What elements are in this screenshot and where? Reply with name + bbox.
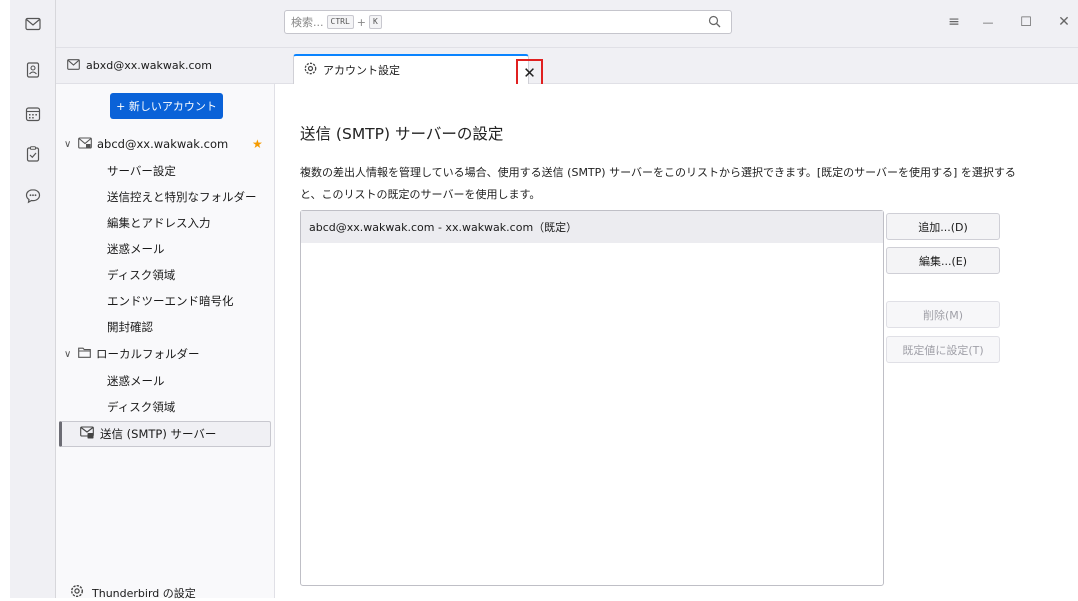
account-header-email: abxd@xx.wakwak.com	[86, 59, 212, 72]
delete-server-button[interactable]: 削除(M)	[886, 301, 1000, 328]
app-menu-button[interactable]: ≡	[942, 12, 966, 32]
account-email: abcd@xx.wakwak.com	[97, 137, 229, 151]
shortcut-plus: +	[356, 15, 366, 29]
search-placeholder: 検索...	[291, 16, 324, 29]
thunderbird-settings-label: Thunderbird の設定	[92, 586, 196, 600]
tasks-icon[interactable]	[23, 144, 43, 164]
set-default-button[interactable]: 既定値に設定(T)	[886, 336, 1000, 363]
minimize-button[interactable]: —	[976, 12, 1000, 32]
shortcut-ctrl-key: CTRL	[326, 15, 354, 29]
thunderbird-window: 検索... CTRL + K ≡ — ☐ ✕ abxd@xx.wakwak.co…	[0, 0, 1078, 601]
chevron-down-icon[interactable]: ∨	[64, 139, 78, 150]
sidebar-item-e2e-encryption[interactable]: エンドツーエンド暗号化	[107, 289, 234, 313]
sidebar-item-return-receipts[interactable]: 開封確認	[107, 315, 153, 339]
tab-bar: アカウント設定 ✕	[275, 48, 1078, 86]
new-account-button[interactable]: + 新しいアカウント	[110, 93, 223, 119]
tab-account-settings[interactable]: アカウント設定 ✕	[293, 54, 543, 86]
local-folders-row[interactable]: ∨ ローカルフォルダー	[64, 342, 200, 366]
close-window-button[interactable]: ✕	[1052, 12, 1076, 32]
smtp-server-list[interactable]: abcd@xx.wakwak.com - xx.wakwak.com（既定）	[300, 210, 884, 586]
sidebar-item-local-disk-space[interactable]: ディスク領域	[107, 395, 175, 419]
mail-icon[interactable]	[23, 14, 43, 34]
window-edge	[0, 0, 10, 598]
page-description: 複数の差出人情報を管理している場合、使用する送信 (SMTP) サーバーをこのリ…	[300, 166, 1016, 201]
thunderbird-settings-link[interactable]: Thunderbird の設定	[70, 584, 196, 601]
tab-close-button[interactable]: ✕	[516, 59, 543, 86]
sidebar-item-disk-space[interactable]: ディスク領域	[107, 263, 175, 287]
smtp-server-label: 送信 (SMTP) サーバー	[100, 427, 217, 441]
address-book-icon[interactable]	[23, 60, 43, 80]
maximize-button[interactable]: ☐	[1014, 12, 1038, 32]
calendar-icon[interactable]	[23, 104, 43, 124]
spaces-toolbar	[10, 0, 56, 598]
default-account-star-icon: ★	[252, 137, 263, 151]
sidebar-item-junk[interactable]: 迷惑メール	[107, 237, 165, 261]
tab-label: アカウント設定	[323, 64, 400, 77]
envelope-icon	[67, 58, 80, 73]
search-input[interactable]: 検索... CTRL + K	[284, 10, 732, 34]
add-server-button[interactable]: 追加...(D)	[886, 213, 1000, 240]
chat-icon[interactable]	[23, 186, 43, 206]
list-item[interactable]: abcd@xx.wakwak.com - xx.wakwak.com（既定）	[301, 211, 883, 243]
account-row[interactable]: ∨ abcd@xx.wakwak.com	[64, 132, 228, 156]
sidebar-item-copies-folders[interactable]: 送信控えと特別なフォルダー	[107, 185, 257, 209]
sidebar-item-smtp-server[interactable]: 送信 (SMTP) サーバー	[59, 421, 271, 447]
sidebar-item-server-settings[interactable]: サーバー設定	[107, 159, 176, 183]
title-bar: 検索... CTRL + K ≡ — ☐ ✕	[56, 0, 1078, 48]
search-icon	[708, 15, 721, 31]
shortcut-k-key: K	[368, 15, 382, 29]
sidebar-item-local-junk[interactable]: 迷惑メール	[107, 369, 165, 393]
smtp-settings-pane: 送信 (SMTP) サーバーの設定 複数の差出人情報を管理している場合、使用する…	[276, 84, 1078, 598]
local-folders-label: ローカルフォルダー	[96, 347, 200, 361]
sidebar-item-composition[interactable]: 編集とアドレス入力	[107, 211, 211, 235]
outgoing-server-icon	[80, 426, 94, 442]
settings-gear-icon	[304, 62, 317, 78]
account-header[interactable]: abxd@xx.wakwak.com	[56, 48, 275, 84]
gear-icon	[70, 584, 84, 601]
page-title: 送信 (SMTP) サーバーの設定	[300, 125, 504, 143]
mail-account-icon	[78, 136, 92, 152]
account-settings-sidebar: + 新しいアカウント ∨ abcd@xx.wakwak.com ★ サーバー設定…	[56, 84, 275, 601]
edit-server-button[interactable]: 編集...(E)	[886, 247, 1000, 274]
folder-icon	[78, 347, 91, 361]
chevron-down-icon[interactable]: ∨	[64, 349, 78, 360]
